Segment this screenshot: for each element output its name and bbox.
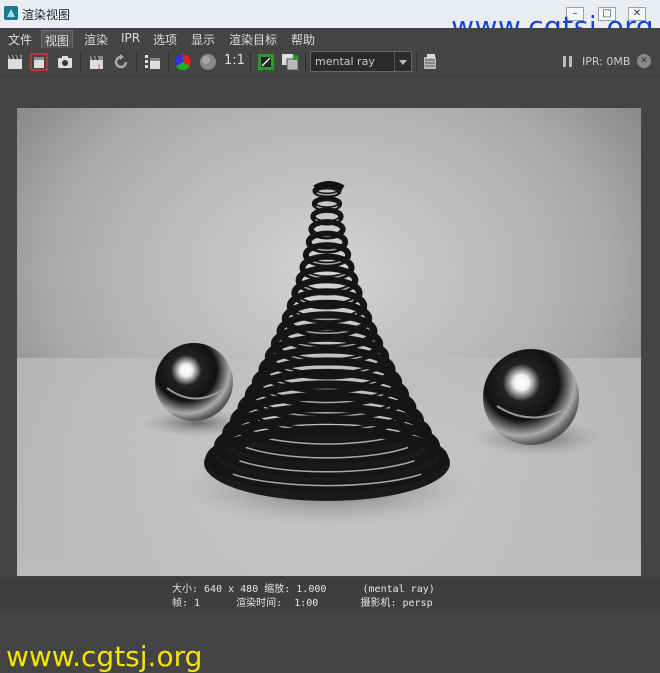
menu-options[interactable]: 选项 — [150, 30, 180, 49]
render-clapper-icon[interactable] — [6, 53, 24, 71]
ipr-clapper-icon[interactable]: I — [88, 53, 106, 71]
chevron-down-icon — [394, 52, 411, 71]
real-size-button[interactable]: 1:1 — [224, 53, 245, 68]
render-viewport[interactable]: www.cgtsj.org — [0, 77, 660, 673]
renderer-dropdown[interactable]: mental ray — [310, 51, 412, 72]
menu-render[interactable]: 渲染 — [81, 30, 111, 49]
status-frame-line: 帧: 1 渲染时间: 1:00 摄影机: persp — [172, 598, 433, 609]
menu-ipr[interactable]: IPR — [118, 30, 143, 46]
render-settings-icon[interactable] — [421, 53, 439, 71]
menu-help[interactable]: 帮助 — [288, 30, 318, 49]
watermark-bottom: www.cgtsj.org — [6, 640, 203, 673]
status-size-line: 大小: 640 x 480 缩放: 1.000 (mental ray) — [172, 584, 435, 595]
snapshot-camera-icon[interactable] — [56, 53, 74, 71]
menu-file[interactable]: 文件 — [5, 30, 35, 49]
maya-app-icon — [4, 6, 18, 20]
menu-render-target[interactable]: 渲染目标 — [226, 30, 280, 49]
alpha-channel-icon[interactable] — [199, 53, 217, 71]
color-manage-icon[interactable] — [257, 53, 275, 71]
render-sequence-icon[interactable] — [144, 53, 162, 71]
renderer-selected-value: mental ray — [315, 55, 375, 68]
rgb-channels-icon[interactable] — [174, 53, 192, 71]
window-title: 渲染视图 — [22, 8, 71, 22]
close-ipr-icon[interactable]: ✕ — [637, 54, 651, 68]
keep-image-icon[interactable] — [281, 53, 299, 71]
ipr-memory-status: IPR: 0MB — [582, 55, 631, 68]
status-bar: 大小: 640 x 480 缩放: 1.000 (mental ray) 帧: … — [0, 577, 660, 609]
rendered-image — [17, 108, 641, 576]
pause-ipr-icon[interactable] — [563, 56, 572, 67]
menu-display[interactable]: 显示 — [188, 30, 218, 49]
refresh-ipr-icon[interactable] — [112, 53, 130, 71]
svg-text:I: I — [98, 63, 100, 71]
menu-bar: 文件 视图 渲染 IPR 选项 显示 渲染目标 帮助 — [0, 28, 660, 51]
render-region-icon[interactable] — [30, 53, 48, 71]
